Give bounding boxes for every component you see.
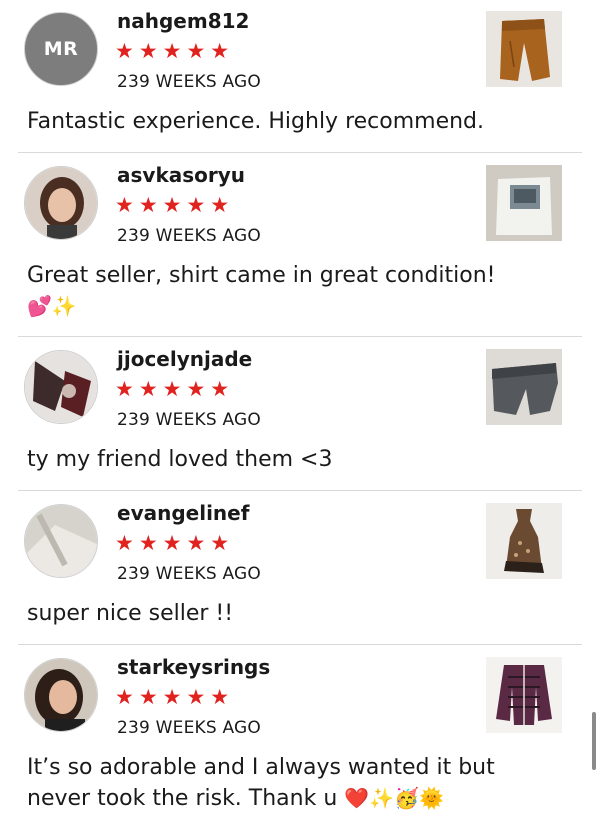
review-timestamp: 239 WEEKS AGO [117,564,261,584]
item-thumbnail-cardigan[interactable] [486,657,562,733]
item-thumbnail-dress[interactable] [486,503,562,579]
review-text-line: It’s so adorable and I always wanted it … [27,755,495,780]
review-timestamp: 239 WEEKS AGO [117,72,261,92]
avatar[interactable] [24,504,98,578]
star-rating: ★★★★★ [115,377,235,401]
item-thumbnail-pants[interactable] [486,349,562,425]
review-username[interactable]: starkeysrings [117,655,270,679]
review-username[interactable]: evangelinef [117,501,249,525]
avatar[interactable]: MR [24,12,98,86]
emoji-sparkle-hearts: 💕✨ [27,294,77,318]
scrollbar[interactable] [592,712,596,770]
review-item: evangelinef ★★★★★ 239 WEEKS AGO super ni… [0,491,600,644]
star-rating: ★★★★★ [115,685,235,709]
review-timestamp: 239 WEEKS AGO [117,226,261,246]
review-username[interactable]: nahgem812 [117,9,249,33]
review-text: Fantastic experience. Highly recommend. [27,109,485,134]
review-timestamp: 239 WEEKS AGO [117,718,261,738]
item-thumbnail-shirt[interactable] [486,165,562,241]
review-text-line: never took the risk. Thank u [27,786,338,811]
avatar[interactable] [24,166,98,240]
star-rating: ★★★★★ [115,193,235,217]
review-text: Great seller, shirt came in great condit… [27,260,587,322]
item-thumbnail-pants[interactable] [486,11,562,87]
avatar-initials: MR [43,38,79,60]
star-rating: ★★★★★ [115,39,235,63]
review-username[interactable]: asvkasoryu [117,163,245,187]
review-text: It’s so adorable and I always wanted it … [27,752,587,814]
avatar[interactable] [24,658,98,732]
review-timestamp: 239 WEEKS AGO [117,410,261,430]
review-text-content: Great seller, shirt came in great condit… [27,263,496,288]
review-item: jjocelynjade ★★★★★ 239 WEEKS AGO ty my f… [0,337,600,490]
emoji-heart-sparkle-party-sun: ❤️✨🥳🌞 [344,786,444,810]
avatar[interactable] [24,350,98,424]
review-text: ty my friend loved them <3 [27,447,333,472]
review-item: asvkasoryu ★★★★★ 239 WEEKS AGO Great sel… [0,153,600,336]
review-item: MR nahgem812 ★★★★★ 239 WEEKS AGO Fantast… [0,0,600,152]
review-item: starkeysrings ★★★★★ 239 WEEKS AGO It’s s… [0,645,600,827]
review-username[interactable]: jjocelynjade [117,347,252,371]
star-rating: ★★★★★ [115,531,235,555]
review-text: super nice seller !! [27,601,234,626]
